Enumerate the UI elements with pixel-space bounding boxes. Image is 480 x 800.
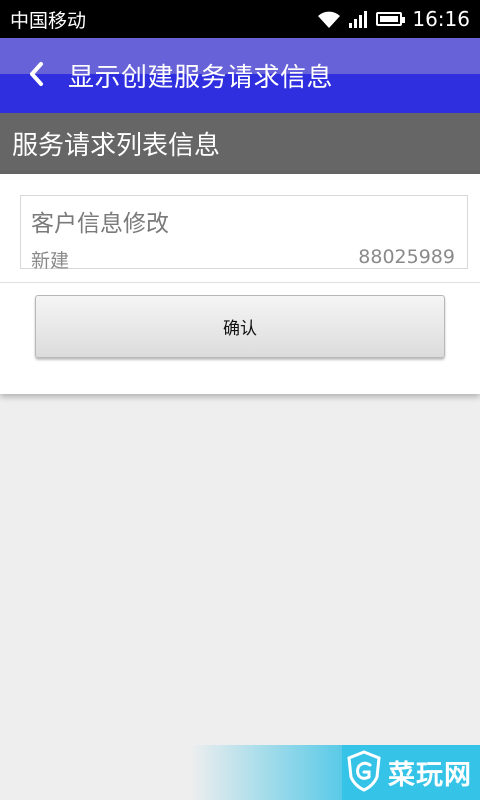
request-details: 新建 88025989 [31, 246, 455, 273]
request-title: 客户信息修改 [31, 211, 169, 237]
caiwan-shield-icon [344, 749, 384, 797]
status-bar: 中国移动 16:16 [0, 0, 480, 38]
divider [0, 282, 480, 283]
watermark-text: 菜玩网 [388, 760, 472, 791]
list-item[interactable]: 客户信息修改 新建 88025989 [20, 195, 468, 272]
request-number: 88025989 [358, 246, 455, 268]
battery-icon [376, 12, 406, 26]
app-bar: 显示创建服务请求信息 [0, 38, 480, 113]
watermark-fade [190, 745, 342, 800]
section-title: 服务请求列表信息 [12, 131, 221, 161]
status-icons: 16:16 [316, 7, 470, 31]
confirm-button[interactable]: 确认 [35, 295, 445, 358]
chevron-left-icon [28, 61, 44, 91]
content-panel: 客户信息修改 新建 88025989 确认 [0, 174, 480, 394]
request-status: 新建 [31, 250, 70, 272]
page-title: 显示创建服务请求信息 [68, 63, 334, 93]
signal-icon [348, 9, 370, 29]
wifi-icon [316, 9, 342, 29]
carrier-label: 中国移动 [10, 9, 87, 32]
section-header: 服务请求列表信息 [0, 113, 480, 174]
back-button[interactable] [10, 38, 62, 113]
clock: 16:16 [412, 7, 470, 31]
watermark: 菜玩网 [342, 745, 480, 800]
